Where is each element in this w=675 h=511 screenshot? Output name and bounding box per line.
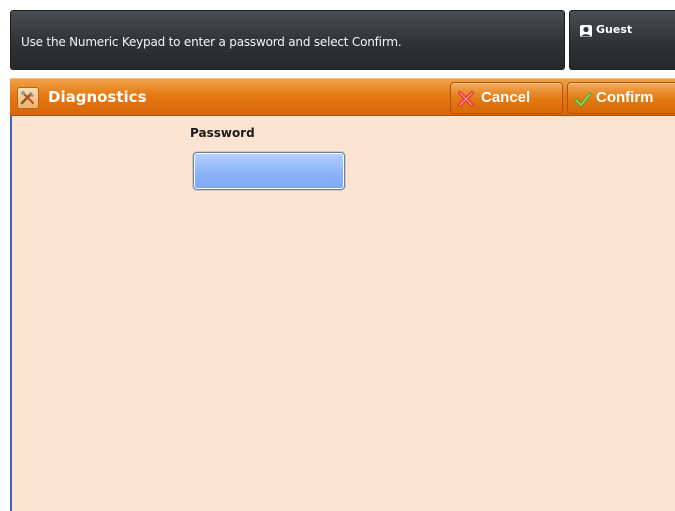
cancel-label: Cancel bbox=[481, 89, 531, 106]
tools-icon bbox=[17, 87, 39, 109]
cancel-button[interactable]: Cancel bbox=[450, 82, 563, 114]
password-field[interactable] bbox=[193, 152, 345, 190]
screen-header: Diagnostics Cancel Confirm bbox=[10, 78, 675, 116]
content-area: Password bbox=[10, 116, 675, 511]
confirm-button[interactable]: Confirm bbox=[567, 82, 675, 114]
user-icon bbox=[579, 23, 593, 37]
cancel-x-icon bbox=[457, 90, 475, 108]
checkmark-icon bbox=[574, 90, 592, 108]
confirm-label: Confirm bbox=[596, 89, 654, 106]
user-login-button[interactable]: Guest bbox=[569, 10, 675, 70]
password-label: Password bbox=[190, 126, 255, 140]
instruction-bar: Use the Numeric Keypad to enter a passwo… bbox=[10, 10, 565, 70]
instruction-message: Use the Numeric Keypad to enter a passwo… bbox=[21, 35, 402, 49]
user-name: Guest bbox=[596, 23, 633, 36]
screen-title: Diagnostics bbox=[48, 88, 147, 106]
